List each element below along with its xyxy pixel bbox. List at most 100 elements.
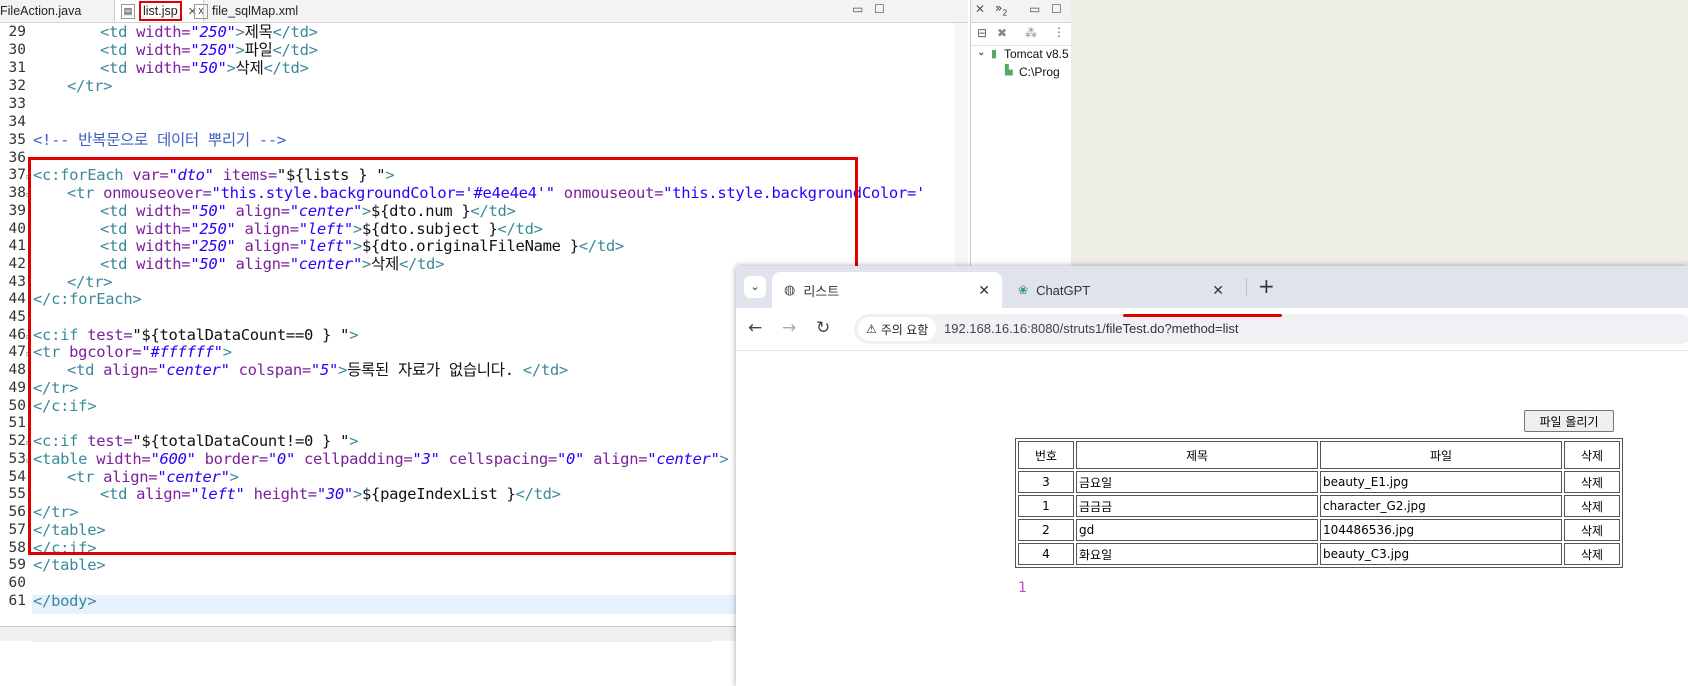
- chevron-down-icon[interactable]: ⌄: [977, 47, 985, 58]
- browser-tab-chatgpt[interactable]: ❀ ChatGPT ✕: [1006, 272, 1236, 308]
- fold-marker-icon[interactable]: ▫: [26, 438, 31, 447]
- delete-cell[interactable]: 삭제: [1564, 543, 1620, 565]
- view-menu-icon[interactable]: »2: [995, 1, 1007, 17]
- line-number: 48: [8, 362, 26, 378]
- url-text[interactable]: 192.168.16.16:8080/struts1/fileTest.do?m…: [944, 321, 1239, 336]
- tab-fileaction-java[interactable]: FileAction.java: [0, 0, 81, 22]
- line-number: 47: [8, 344, 26, 360]
- maximize-icon[interactable]: ☐: [1051, 2, 1062, 16]
- editor-tab-bar: FileAction.java ▤ list.jsp ✕ X file_sqlM…: [0, 0, 968, 23]
- tab-title: 리스트: [803, 283, 840, 299]
- back-icon[interactable]: ←: [748, 318, 762, 338]
- fold-marker-icon[interactable]: ▫: [26, 456, 31, 465]
- table-row[interactable]: 2 gd 104486536.jpg 삭제: [1018, 519, 1620, 541]
- servers-icon[interactable]: ⁂: [1025, 26, 1037, 40]
- security-label: 주의 요함: [880, 322, 929, 337]
- forward-icon[interactable]: →: [782, 318, 796, 338]
- code-line-61: </body>: [33, 592, 97, 610]
- module-path-label: C:\Prog: [1019, 65, 1060, 79]
- line-number: 49: [8, 380, 26, 396]
- code-line-37: <c:forEach var="dto" items="${lists } ">: [33, 166, 395, 184]
- fold-marker-icon[interactable]: ▫: [26, 190, 31, 199]
- subject-cell: gd: [1076, 519, 1318, 541]
- line-number: 33: [8, 96, 26, 112]
- line-number: 34: [8, 114, 26, 130]
- upload-file-button[interactable]: 파일 올리기: [1524, 410, 1614, 432]
- globe-icon: ◍: [784, 282, 796, 297]
- tab-label: list.jsp: [139, 1, 182, 21]
- code-line-42: <td width="50" align="center">삭제</td>: [100, 255, 445, 273]
- line-number: 29: [8, 24, 26, 40]
- code-line-59: </table>: [33, 556, 106, 574]
- file-list-table: 번호 제목 파일 삭제 3 금요일 beauty_E1.jpg 삭제 1 금금금…: [1015, 438, 1623, 568]
- jsp-file-icon: ▤: [121, 3, 135, 19]
- line-number: 32: [8, 78, 26, 94]
- table-row[interactable]: 1 금금금 character_G2.jpg 삭제: [1018, 495, 1620, 517]
- file-cell: 104486536.jpg: [1320, 519, 1562, 541]
- module-icon: ▙: [1005, 65, 1013, 76]
- code-line-35: <!-- 반복문으로 데이터 뿌리기 -->: [33, 131, 286, 149]
- minimize-icon[interactable]: ▭: [852, 2, 863, 16]
- tab-list-jsp[interactable]: ▤ list.jsp ✕: [114, 0, 204, 22]
- address-bar[interactable]: ⚠ 주의 요함 192.168.16.16:8080/struts1/fileT…: [854, 314, 1688, 344]
- table-header-row: 번호 제목 파일 삭제: [1018, 441, 1620, 469]
- minimize-icon[interactable]: ▭: [1029, 2, 1040, 16]
- maximize-icon[interactable]: ☐: [874, 2, 885, 16]
- new-tab-icon[interactable]: +: [1258, 274, 1275, 298]
- server-label: Tomcat v8.5: [1004, 47, 1069, 61]
- table-row[interactable]: 3 금요일 beauty_E1.jpg 삭제: [1018, 471, 1620, 493]
- tab-search-icon[interactable]: ⌄: [744, 276, 766, 298]
- line-number: 45: [8, 309, 26, 325]
- delete-cell[interactable]: 삭제: [1564, 471, 1620, 493]
- code-line-38: <tr onmouseover="this.style.backgroundCo…: [67, 184, 926, 202]
- delete-cell[interactable]: 삭제: [1564, 519, 1620, 541]
- tab-file-sqlmap-xml[interactable]: X file_sqlMap.xml: [194, 0, 298, 22]
- num-cell: 1: [1018, 495, 1074, 517]
- kebab-menu-icon[interactable]: ⋮: [1053, 25, 1065, 39]
- line-number: 38: [8, 185, 26, 201]
- fold-marker-icon[interactable]: ▫: [26, 349, 31, 358]
- tab-label: FileAction.java: [0, 4, 82, 18]
- fold-marker-icon[interactable]: ▫: [26, 332, 31, 341]
- line-number: 57: [8, 522, 26, 538]
- delete-cell[interactable]: 삭제: [1564, 495, 1620, 517]
- code-line-44: </c:forEach>: [33, 290, 142, 308]
- page-index-link[interactable]: 1: [1018, 580, 1027, 596]
- tab-label: file_sqlMap.xml: [212, 4, 299, 18]
- chatgpt-icon: ❀: [1018, 283, 1029, 297]
- line-number: 59: [8, 557, 26, 573]
- line-number: 55: [8, 486, 26, 502]
- code-line-48: <td align="center" colspan="5">등록된 자료가 없…: [67, 361, 568, 379]
- server-child-node[interactable]: ▙ C:\Prog: [971, 64, 1071, 82]
- code-line-41: <td width="250" align="left">${dto.origi…: [100, 237, 624, 255]
- collapse-all-icon[interactable]: ⊟: [977, 26, 987, 40]
- close-icon[interactable]: ✕: [975, 2, 985, 16]
- close-icon[interactable]: ✕: [1212, 282, 1224, 299]
- security-chip[interactable]: ⚠ 주의 요함: [858, 317, 937, 341]
- disconnect-icon[interactable]: ✖: [997, 26, 1007, 40]
- line-number: 61: [8, 593, 26, 609]
- code-line-47: <tr bgcolor="#ffffff">: [33, 343, 232, 361]
- reload-icon[interactable]: ↻: [816, 318, 830, 338]
- xml-file-icon: X: [194, 3, 208, 19]
- code-line-55: <td align="left" height="30">${pageIndex…: [100, 485, 561, 503]
- subject-cell: 금요일: [1076, 471, 1318, 493]
- fold-marker-icon[interactable]: ▫: [26, 172, 31, 181]
- server-icon: ▮: [991, 48, 998, 60]
- code-line-39: <td width="50" align="center">${dto.num …: [100, 202, 516, 220]
- close-icon[interactable]: ✕: [978, 282, 990, 299]
- browser-tab-list[interactable]: ◍ 리스트 ✕: [772, 272, 1002, 308]
- code-line-56: </tr>: [33, 503, 79, 521]
- num-cell: 4: [1018, 543, 1074, 565]
- tab-title: ChatGPT: [1036, 282, 1091, 298]
- header-cell: 번호: [1018, 441, 1074, 469]
- file-cell: beauty_E1.jpg: [1320, 471, 1562, 493]
- code-line-32: </tr>: [67, 77, 113, 95]
- tab-divider: [1246, 278, 1247, 296]
- line-number: 41: [8, 238, 26, 254]
- server-node[interactable]: ⌄ ▮ Tomcat v8.5: [971, 46, 1071, 64]
- file-cell: character_G2.jpg: [1320, 495, 1562, 517]
- table-row[interactable]: 4 화요일 beauty_C3.jpg 삭제: [1018, 543, 1620, 565]
- num-cell: 2: [1018, 519, 1074, 541]
- code-line-52: <c:if test="${totalDataCount!=0 } ">: [33, 432, 359, 450]
